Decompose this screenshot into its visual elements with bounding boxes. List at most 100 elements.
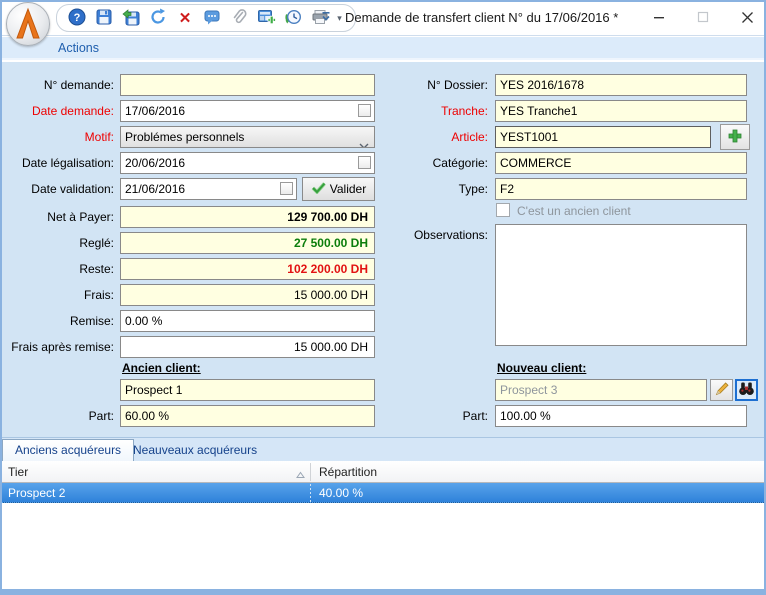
- net-a-payer-value: 129 700.00 DH: [120, 206, 375, 228]
- svg-text:?: ?: [74, 12, 81, 24]
- frais-value: 15 000.00 DH: [120, 284, 375, 306]
- refresh-icon: [149, 8, 167, 29]
- nouveau-client-input[interactable]: Prospect 3: [495, 379, 707, 401]
- history-button[interactable]: [281, 6, 305, 30]
- part-nouveau-label: Part:: [376, 405, 488, 427]
- calculator-plus-icon: [257, 8, 276, 29]
- pencil-icon: [713, 380, 730, 400]
- cell-repartition: 40.00 %: [311, 483, 766, 503]
- part-ancien-input[interactable]: 60.00 %: [120, 405, 375, 427]
- frais-apres-remise-input[interactable]: 15 000.00 DH: [120, 336, 375, 358]
- minimize-button[interactable]: [648, 6, 670, 28]
- observations-textarea[interactable]: [495, 224, 747, 346]
- acquereurs-tabbar: Anciens acquéreurs Neauveaux acquéreurs: [0, 437, 766, 461]
- remise-input[interactable]: 0.00 %: [120, 310, 375, 332]
- type-input[interactable]: F2: [495, 178, 747, 200]
- save-as-button[interactable]: [119, 6, 143, 30]
- motif-dropdown[interactable]: Problémes personnels: [120, 126, 375, 148]
- tranche-label: Tranche:: [376, 100, 488, 122]
- date-demande-checkbox[interactable]: [358, 104, 371, 117]
- tranche-input[interactable]: YES Tranche1: [495, 100, 747, 122]
- regle-label: Reglé:: [0, 232, 114, 254]
- column-header-repartition[interactable]: Répartition: [311, 461, 766, 483]
- binoculars-icon: [738, 381, 755, 399]
- application-window: ? ✕: [0, 0, 766, 595]
- reste-label: Reste:: [0, 258, 114, 280]
- observations-label: Observations:: [376, 224, 488, 246]
- title-bar: ? ✕: [0, 0, 766, 36]
- quick-access-toolbar: ? ✕: [56, 4, 356, 32]
- table-row[interactable]: Prospect 2 40.00 %: [0, 483, 766, 503]
- delete-icon: ✕: [179, 11, 192, 26]
- article-input[interactable]: YEST1001: [495, 126, 711, 148]
- comment-button[interactable]: [200, 6, 224, 30]
- search-nouveau-client-button[interactable]: [735, 379, 758, 401]
- date-legalisation-checkbox[interactable]: [358, 156, 371, 169]
- frais-apres-remise-label: Frais après remise:: [0, 336, 114, 358]
- grid-header: Tier Répartition: [0, 461, 766, 483]
- window-title: Demande de transfert client N° du 17/06/…: [345, 10, 618, 25]
- sort-ascending-icon: [296, 468, 305, 482]
- save-button[interactable]: [92, 6, 116, 30]
- ancien-client-heading: Ancien client:: [122, 361, 201, 375]
- help-button[interactable]: ?: [65, 6, 89, 30]
- frais-label: Frais:: [0, 284, 114, 306]
- part-nouveau-input[interactable]: 100.00 %: [495, 405, 747, 427]
- num-dossier-label: N° Dossier:: [376, 74, 488, 96]
- save-as-icon: [122, 8, 140, 29]
- paperclip-icon: [230, 8, 248, 29]
- history-clock-icon: [284, 8, 302, 29]
- attachment-button[interactable]: [227, 6, 251, 30]
- ancien-client-input[interactable]: Prospect 1: [120, 379, 375, 401]
- toolbar-overflow-button[interactable]: [318, 8, 334, 28]
- plus-icon: [727, 128, 743, 147]
- ancien-client-checkbox[interactable]: [496, 203, 510, 217]
- ancien-client-checkbox-label: C'est un ancien client: [517, 204, 631, 218]
- menu-bar: Actions: [0, 37, 766, 60]
- date-validation-input[interactable]: 21/06/2016: [120, 178, 297, 200]
- column-header-tier[interactable]: Tier: [0, 461, 310, 483]
- article-label: Article:: [376, 126, 488, 148]
- delete-button[interactable]: ✕: [173, 6, 197, 30]
- reste-value: 102 200.00 DH: [120, 258, 375, 280]
- chevron-down-icon: [359, 135, 369, 148]
- num-demande-input[interactable]: [120, 74, 375, 96]
- num-dossier-input[interactable]: YES 2016/1678: [495, 74, 747, 96]
- net-a-payer-label: Net à Payer:: [0, 206, 114, 228]
- comment-icon: [203, 8, 221, 29]
- date-demande-input[interactable]: 17/06/2016: [120, 100, 375, 122]
- date-legalisation-input[interactable]: 20/06/2016: [120, 152, 375, 174]
- valider-button[interactable]: Valider: [302, 177, 375, 201]
- dropdown-caret-icon: ▾: [337, 13, 342, 24]
- part-ancien-label: Part:: [0, 405, 114, 427]
- remise-label: Remise:: [0, 310, 114, 332]
- green-check-icon: [311, 181, 326, 197]
- categorie-label: Catégorie:: [376, 152, 488, 174]
- overflow-chevron-icon: [320, 10, 332, 27]
- edit-nouveau-client-button[interactable]: [710, 379, 733, 401]
- save-icon: [95, 8, 113, 29]
- tab-neauveaux-acquereurs[interactable]: Neauveaux acquéreurs: [121, 438, 269, 462]
- tab-anciens-acquereurs[interactable]: Anciens acquéreurs: [2, 439, 134, 462]
- motif-label: Motif:: [0, 126, 114, 148]
- num-demande-label: N° demande:: [0, 74, 114, 96]
- app-logo-caret-icon: [7, 3, 49, 45]
- maximize-button[interactable]: [692, 6, 714, 28]
- type-label: Type:: [376, 178, 488, 200]
- refresh-button[interactable]: [146, 6, 170, 30]
- nouveau-client-heading: Nouveau client:: [497, 361, 586, 375]
- window-controls: [648, 6, 758, 28]
- actions-menu[interactable]: Actions: [58, 41, 99, 55]
- cell-tier: Prospect 2: [0, 483, 310, 503]
- date-demande-label: Date demande:: [0, 100, 114, 122]
- close-button[interactable]: [736, 6, 758, 28]
- add-article-button[interactable]: [720, 124, 750, 150]
- date-validation-label: Date validation:: [0, 178, 114, 200]
- categorie-input[interactable]: COMMERCE: [495, 152, 747, 174]
- app-logo: [6, 2, 50, 46]
- add-calculation-button[interactable]: [254, 6, 278, 30]
- form-area: N° demande: Date demande: 17/06/2016 Mot…: [0, 62, 766, 437]
- date-validation-checkbox[interactable]: [280, 182, 293, 195]
- regle-value: 27 500.00 DH: [120, 232, 375, 254]
- date-legalisation-label: Date légalisation:: [0, 152, 114, 174]
